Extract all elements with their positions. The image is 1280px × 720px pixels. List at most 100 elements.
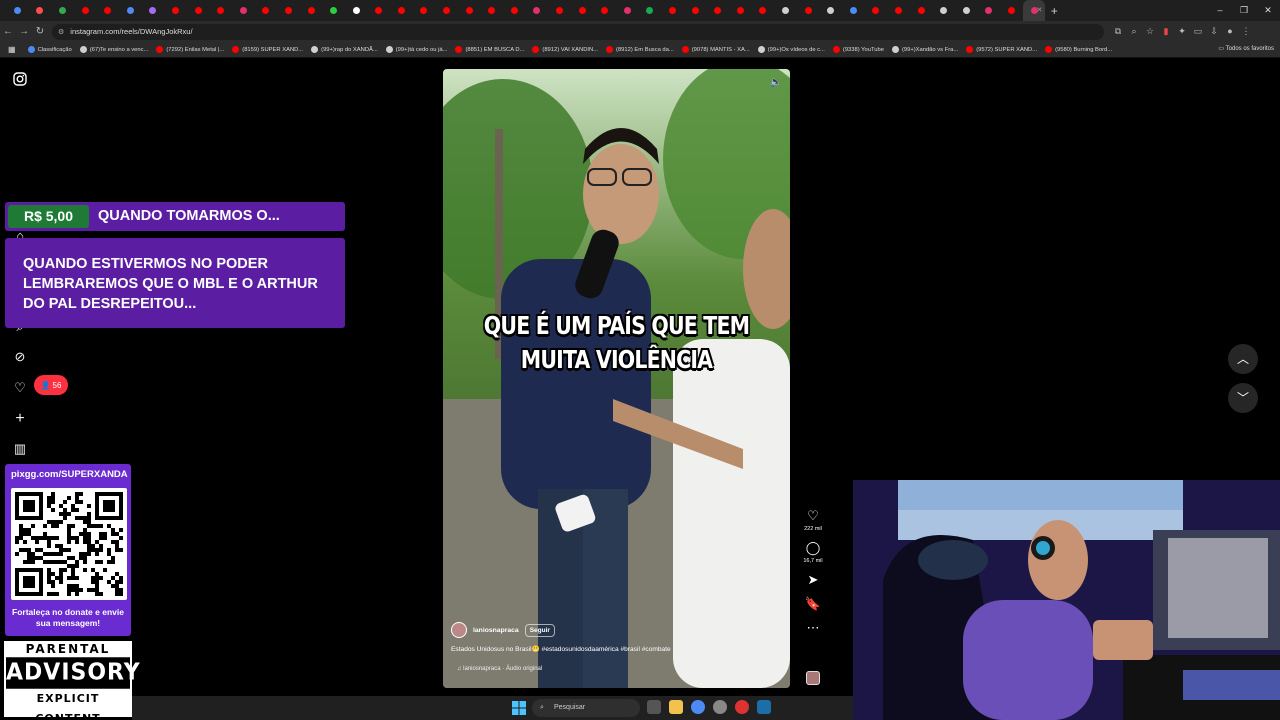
- bookmark-item[interactable]: (99+)rap do XANDÃ...: [311, 46, 378, 53]
- browser-tab[interactable]: [435, 0, 458, 21]
- browser-tab[interactable]: [390, 0, 413, 21]
- heart-icon[interactable]: ♡: [12, 380, 28, 396]
- browser-tab[interactable]: [74, 0, 97, 21]
- settings-icon[interactable]: [713, 700, 727, 714]
- browser-tab[interactable]: [232, 0, 255, 21]
- browser-tab[interactable]: [209, 0, 232, 21]
- minimize-icon[interactable]: –: [1208, 0, 1232, 21]
- windows-start-icon[interactable]: [512, 701, 526, 715]
- browser-tab[interactable]: [797, 0, 820, 21]
- share-button[interactable]: ➤: [800, 572, 826, 588]
- sidepanel-icon[interactable]: ▭: [1190, 26, 1206, 37]
- author-avatar[interactable]: [451, 622, 467, 638]
- browser-tab[interactable]: [51, 0, 74, 21]
- save-button[interactable]: 🔖: [800, 596, 826, 612]
- browser-tab[interactable]: [458, 0, 481, 21]
- bookmark-item[interactable]: (99+)Xandão vs Fra...: [891, 46, 958, 53]
- close-window-icon[interactable]: ✕: [1256, 0, 1280, 21]
- bookmark-item[interactable]: (9580) Burning Bord...: [1045, 46, 1112, 53]
- url-field[interactable]: ⚙ instagram.com/reels/DWAngJokRxu/: [52, 23, 1104, 40]
- bookmark-item[interactable]: (9338) YouTube: [832, 46, 884, 53]
- back-icon[interactable]: ←: [0, 26, 16, 37]
- chrome-icon[interactable]: [691, 700, 705, 714]
- browser-tab[interactable]: [6, 0, 29, 21]
- create-icon[interactable]: +: [12, 411, 28, 427]
- browser-tab[interactable]: [164, 0, 187, 21]
- all-favorites-folder[interactable]: ▭ Todos os favoritos: [1218, 45, 1274, 52]
- browser-tab[interactable]: [548, 0, 571, 21]
- close-tab-icon[interactable]: ✕: [1036, 6, 1042, 14]
- next-reel-button[interactable]: ﹀: [1228, 383, 1258, 413]
- bookmark-item[interactable]: (99+)Os vídeos de c...: [757, 46, 825, 53]
- bookmark-item[interactable]: (67)Te ensino a venc...: [79, 46, 148, 53]
- browser-tab[interactable]: [119, 0, 142, 21]
- reload-icon[interactable]: ↻: [32, 26, 48, 37]
- bookmark-item[interactable]: (8851) EM BUSCA D...: [455, 46, 524, 53]
- bookmark-item[interactable]: Classificação: [27, 46, 72, 53]
- downloads-icon[interactable]: ⇩: [1206, 26, 1222, 37]
- browser-tab[interactable]: [842, 0, 865, 21]
- browser-tab[interactable]: [955, 0, 978, 21]
- browser-tab[interactable]: [978, 0, 1001, 21]
- browser-tab[interactable]: [480, 0, 503, 21]
- dashboard-icon[interactable]: ▥: [12, 441, 28, 457]
- browser-tab[interactable]: [503, 0, 526, 21]
- zoom-icon[interactable]: ⌕: [1126, 26, 1142, 37]
- browser-tab[interactable]: [345, 0, 368, 21]
- browser-tab[interactable]: [865, 0, 888, 21]
- like-button[interactable]: ♡ 222 mil: [800, 508, 826, 532]
- audio-thumbnail[interactable]: [806, 671, 820, 685]
- new-tab-button[interactable]: +: [1045, 4, 1063, 18]
- site-info-icon[interactable]: ⚙: [58, 28, 64, 36]
- bookmark-item[interactable]: (8912) Em Busca da...: [606, 46, 674, 53]
- browser-tab[interactable]: [322, 0, 345, 21]
- browser-tab[interactable]: [413, 0, 436, 21]
- browser-tab[interactable]: [910, 0, 933, 21]
- browser-tab[interactable]: [932, 0, 955, 21]
- extension-icon[interactable]: ▮: [1158, 26, 1174, 37]
- cast-icon[interactable]: ⧉: [1110, 26, 1126, 37]
- reel-video[interactable]: QUE É UM PAÍS QUE TEM MUITA VIOLÊNCIA 🔈 …: [443, 69, 790, 688]
- browser-tab[interactable]: [526, 0, 549, 21]
- bookmark-item[interactable]: (8159) SUPER XAND...: [232, 46, 303, 53]
- browser-tab[interactable]: [368, 0, 391, 21]
- browser-tab[interactable]: [593, 0, 616, 21]
- browser-tab[interactable]: ✕: [1022, 0, 1046, 21]
- browser-tab[interactable]: [571, 0, 594, 21]
- browser-tab[interactable]: [661, 0, 684, 21]
- previous-reel-button[interactable]: ︿: [1228, 344, 1258, 374]
- menu-icon[interactable]: ⋮: [1238, 26, 1254, 37]
- bookmark-item[interactable]: (7292) Enilas Metal |...: [156, 46, 224, 53]
- steam-icon[interactable]: [757, 700, 771, 714]
- mute-icon[interactable]: 🔈: [770, 77, 782, 88]
- browser-tab[interactable]: [639, 0, 662, 21]
- browser-tab[interactable]: [300, 0, 323, 21]
- browser-tab[interactable]: [616, 0, 639, 21]
- profile-avatar[interactable]: ●: [1222, 26, 1238, 37]
- comment-button[interactable]: ◯ 16,7 mil: [800, 540, 826, 564]
- file-explorer-icon[interactable]: [669, 700, 683, 714]
- browser-tab[interactable]: [729, 0, 752, 21]
- browser-tab[interactable]: [1000, 0, 1023, 21]
- browser-tab[interactable]: [684, 0, 707, 21]
- browser-tab[interactable]: [96, 0, 119, 21]
- browser-tab[interactable]: [142, 0, 165, 21]
- browser-tab[interactable]: [255, 0, 278, 21]
- task-view-icon[interactable]: [647, 700, 661, 714]
- reel-audio[interactable]: ♫ laniosnapraca · Áudio original: [457, 666, 542, 672]
- apps-icon[interactable]: ▦: [8, 45, 16, 54]
- bookmark-star-icon[interactable]: ☆: [1142, 26, 1158, 37]
- browser-tab[interactable]: [774, 0, 797, 21]
- browser-tab[interactable]: [819, 0, 842, 21]
- browser-tab[interactable]: [706, 0, 729, 21]
- browser-tab[interactable]: [187, 0, 210, 21]
- bookmark-item[interactable]: (8912) VAI XANDIN...: [532, 46, 598, 53]
- notifications-badge[interactable]: 👤 56: [34, 375, 68, 395]
- browser-tab[interactable]: [752, 0, 775, 21]
- app-icon[interactable]: [735, 700, 749, 714]
- author-name[interactable]: laniosnapraca: [473, 627, 519, 634]
- forward-icon[interactable]: →: [16, 26, 32, 37]
- reel-description[interactable]: Estados Unidosus no Brasil😬 #estadosunid…: [451, 645, 671, 653]
- explore-icon[interactable]: ⊘: [12, 349, 28, 365]
- bookmark-item[interactable]: (99+)tá cedo ou já...: [385, 46, 447, 53]
